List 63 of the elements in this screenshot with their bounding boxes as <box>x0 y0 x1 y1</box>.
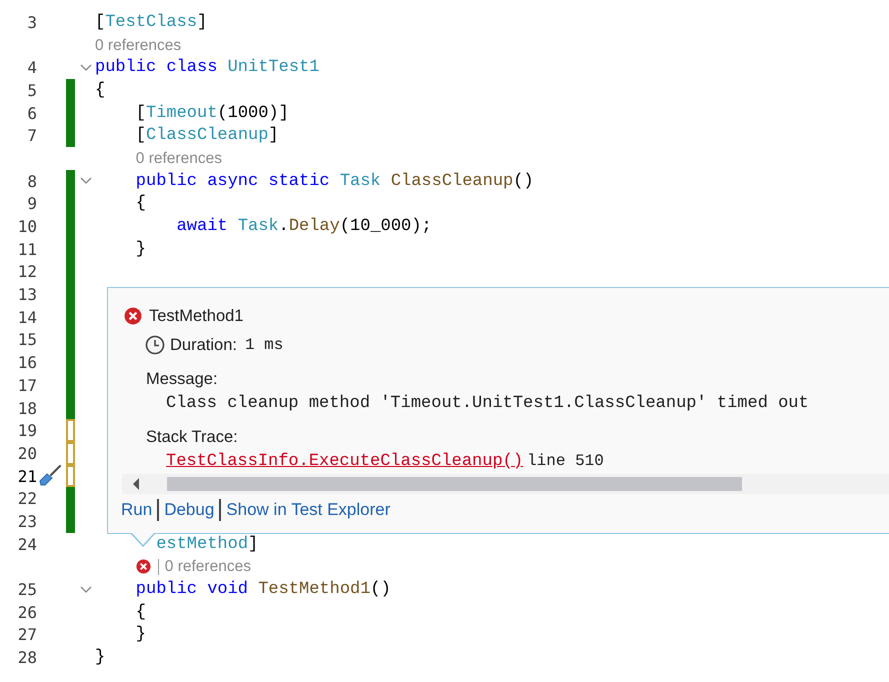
code-line: { <box>95 80 106 100</box>
collapse-chevron-icon[interactable] <box>80 64 92 72</box>
code-line: { <box>136 194 146 214</box>
line-number: 12 <box>16 262 37 282</box>
references-lens[interactable]: 0 references <box>95 36 182 55</box>
code-line: [ClassCleanup] <box>136 126 279 146</box>
line-number: 6 <box>26 104 37 123</box>
line-number: 26 <box>16 602 37 622</box>
line-number: 5 <box>26 80 37 100</box>
code-line: [Timeout(1000)] <box>136 104 289 123</box>
line-number: 27 <box>16 625 37 644</box>
line-number: 9 <box>26 194 37 214</box>
line-number: 15 <box>16 330 37 350</box>
line-number: 25 <box>16 580 37 600</box>
line-number: 7 <box>26 126 37 146</box>
line-number: 21 <box>16 466 37 486</box>
code-line: estMethod] <box>156 534 258 554</box>
code-line: public async static Task ClassCleanup() <box>136 172 534 191</box>
code-line: } <box>136 240 146 259</box>
error-icon[interactable] <box>136 559 151 574</box>
scroll-left-icon[interactable] <box>131 477 141 491</box>
popup-action-link[interactable]: Debug <box>164 500 214 520</box>
clock-icon <box>145 335 165 355</box>
line-number: 16 <box>16 353 37 372</box>
line-number: 8 <box>26 172 37 191</box>
duration-value: 1 ms <box>244 336 284 354</box>
error-message: Class cleanup method 'Timeout.UnitTest1.ClassCleanup' timed out <box>166 394 810 415</box>
popup-action-link[interactable]: Run <box>121 500 152 520</box>
line-number: 22 <box>16 489 37 508</box>
code-line: [TestClass] <box>95 12 208 32</box>
stack-frame-link[interactable]: TestClassInfo.ExecuteClassCleanup() <box>166 452 524 471</box>
code-line: public class UnitTest1 <box>95 58 320 78</box>
test-name: TestMethod1 <box>149 306 244 326</box>
line-number: 13 <box>16 285 37 304</box>
duration-label: Duration: <box>170 336 237 354</box>
line-number: 11 <box>16 240 37 259</box>
scroll-thumb[interactable] <box>167 477 742 491</box>
code-line: { <box>136 602 146 622</box>
code-line: public void TestMethod1() <box>136 580 391 600</box>
line-number: 23 <box>16 512 37 531</box>
line-number: 3 <box>26 12 37 32</box>
line-number: 18 <box>16 398 37 418</box>
collapse-chevron-icon[interactable] <box>80 177 92 186</box>
code-line: } <box>95 648 106 668</box>
message-label: Message: <box>146 370 219 390</box>
code-line: } <box>136 625 146 644</box>
code-line: await Task.Delay(10_000); <box>176 217 432 236</box>
references-lens[interactable]: 0 references <box>164 557 251 576</box>
line-number: 20 <box>16 444 37 463</box>
line-number: 17 <box>16 376 37 395</box>
collapse-chevron-icon[interactable] <box>80 586 92 594</box>
line-number: 28 <box>16 648 37 668</box>
stack-frame-line: line 510 <box>527 452 604 470</box>
screwdriver-icon[interactable] <box>37 464 63 488</box>
line-number: 14 <box>16 308 37 327</box>
horizontal-scrollbar[interactable] <box>122 474 889 494</box>
line-number: 10 <box>16 217 37 236</box>
stack-trace-label: Stack Trace: <box>146 428 239 448</box>
popup-action-link[interactable]: Show in Test Explorer <box>226 500 390 520</box>
references-lens[interactable]: 0 references <box>136 148 222 168</box>
line-number: 4 <box>26 58 37 78</box>
line-number: 24 <box>16 534 37 554</box>
line-number: 19 <box>16 421 37 440</box>
